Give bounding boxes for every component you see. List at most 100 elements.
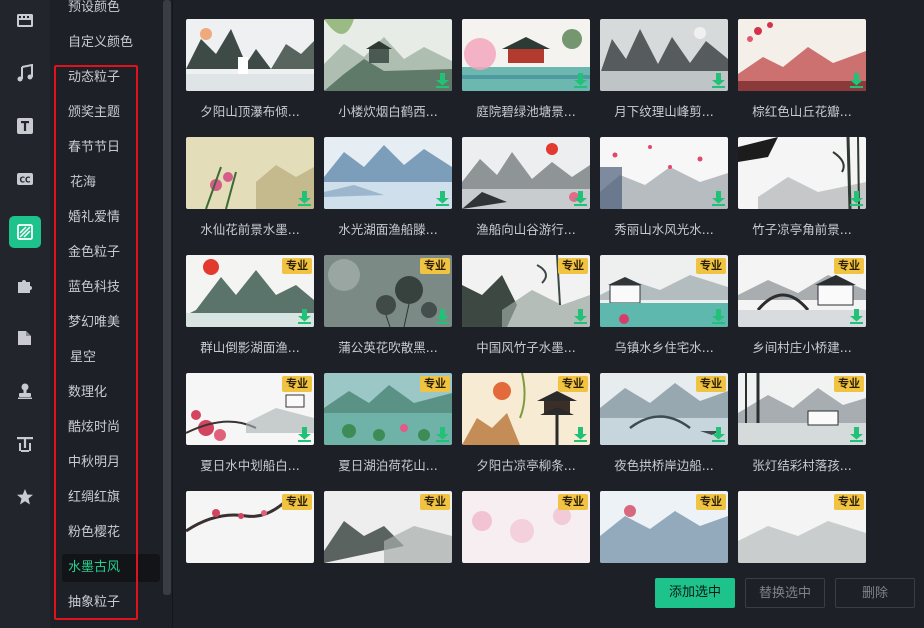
download-icon[interactable] <box>436 73 449 88</box>
download-icon[interactable] <box>436 427 449 442</box>
thumbnail-image <box>600 137 728 209</box>
category-item[interactable]: 中秋明月 <box>62 449 160 477</box>
download-icon[interactable] <box>574 309 587 324</box>
category-item-active[interactable]: 水墨古风 <box>62 554 160 582</box>
thumbnail-image <box>462 137 590 209</box>
background-thumbnail[interactable]: 专业 <box>324 491 452 563</box>
download-icon[interactable] <box>298 427 311 442</box>
pro-badge: 专业 <box>420 494 450 510</box>
category-item[interactable]: 蓝色科技 <box>62 274 160 302</box>
background-thumbnail[interactable] <box>738 19 866 91</box>
category-item[interactable]: 花海 <box>62 169 160 197</box>
thumbnail-title: 小楼炊烟白鹤西... <box>338 104 438 119</box>
download-icon[interactable] <box>712 191 725 206</box>
background-thumbnail[interactable] <box>462 19 590 91</box>
tool-rail: CC <box>0 0 50 628</box>
thumbnail-title: 月下纹理山峰剪... <box>614 104 714 119</box>
thumbnail-title: 夜色拱桥岸边船... <box>614 458 714 473</box>
background-thumbnail[interactable] <box>324 137 452 209</box>
download-icon[interactable] <box>850 191 863 206</box>
download-icon[interactable] <box>436 191 449 206</box>
download-icon[interactable] <box>712 73 725 88</box>
thumbnail-title: 庭院碧绿池塘景... <box>476 104 576 119</box>
download-icon[interactable] <box>850 427 863 442</box>
puzzle-icon[interactable] <box>9 269 41 301</box>
pro-badge: 专业 <box>282 376 312 392</box>
scrollbar-thumb[interactable] <box>163 0 171 595</box>
thumbnail-title: 水光湖面渔船滕... <box>338 222 438 237</box>
category-item[interactable]: 红绸红旗 <box>62 484 160 512</box>
category-item[interactable]: 星空 <box>62 344 160 372</box>
background-thumbnail[interactable]: 专业 <box>600 255 728 327</box>
category-item[interactable]: 金色粒子 <box>62 239 160 267</box>
background-thumbnail[interactable] <box>738 137 866 209</box>
download-icon[interactable] <box>298 309 311 324</box>
category-item[interactable]: 梦幻唯美 <box>62 309 160 337</box>
text-icon[interactable] <box>9 110 41 142</box>
background-thumbnail[interactable] <box>186 19 314 91</box>
thumbnail-title: 中国风竹子水墨... <box>476 340 576 355</box>
category-item[interactable]: 春节节日 <box>62 134 160 162</box>
background-thumbnail[interactable] <box>600 137 728 209</box>
category-item[interactable]: 数理化 <box>62 379 160 407</box>
download-icon[interactable] <box>298 191 311 206</box>
background-thumbnail[interactable] <box>324 19 452 91</box>
star-icon[interactable] <box>9 481 41 513</box>
download-icon[interactable] <box>712 309 725 324</box>
category-item[interactable]: 婚礼爱情 <box>62 204 160 232</box>
category-scrollbar[interactable] <box>162 0 172 628</box>
download-icon[interactable] <box>850 73 863 88</box>
download-icon[interactable] <box>574 191 587 206</box>
category-item[interactable]: 粉色樱花 <box>62 519 160 547</box>
background-thumbnail[interactable]: 专业 <box>186 255 314 327</box>
background-thumbnail[interactable]: 专业 <box>186 491 314 563</box>
text-style-icon[interactable] <box>9 428 41 460</box>
thumbnail-title: 蒲公英花吹散黑... <box>338 340 438 355</box>
category-item[interactable]: 抽象粒子 <box>62 589 160 617</box>
thumbnail-title: 夏日湖泊荷花山... <box>338 458 438 473</box>
download-icon[interactable] <box>574 427 587 442</box>
background-thumbnail[interactable] <box>462 137 590 209</box>
pro-badge: 专业 <box>696 258 726 274</box>
background-thumbnail[interactable]: 专业 <box>324 373 452 445</box>
background-thumbnail[interactable] <box>186 137 314 209</box>
category-item[interactable]: 颁奖主题 <box>62 99 160 127</box>
cc-subtitle-icon[interactable]: CC <box>9 163 41 195</box>
background-thumbnail[interactable]: 专业 <box>738 373 866 445</box>
background-icon[interactable] <box>9 216 41 248</box>
pro-badge: 专业 <box>420 258 450 274</box>
pro-badge: 专业 <box>558 258 588 274</box>
pro-badge: 专业 <box>558 376 588 392</box>
delete-button[interactable]: 删除 <box>835 578 915 608</box>
category-item[interactable]: 自定义颜色 <box>62 29 160 57</box>
folder-icon[interactable] <box>9 322 41 354</box>
background-thumbnail[interactable]: 专业 <box>462 255 590 327</box>
background-thumbnail[interactable] <box>600 19 728 91</box>
background-thumbnail[interactable]: 专业 <box>738 255 866 327</box>
pro-badge: 专业 <box>834 494 864 510</box>
category-item[interactable]: 动态粒子 <box>62 64 160 92</box>
thumbnail-title: 渔船向山谷游行... <box>476 222 576 237</box>
download-icon[interactable] <box>850 309 863 324</box>
thumbnail-image <box>738 19 866 91</box>
background-thumbnail[interactable]: 专业 <box>600 373 728 445</box>
background-thumbnail[interactable]: 专业 <box>186 373 314 445</box>
background-thumbnail[interactable]: 专业 <box>738 491 866 563</box>
download-icon[interactable] <box>574 73 587 88</box>
background-thumbnail[interactable]: 专业 <box>324 255 452 327</box>
category-item[interactable]: 预设颜色 <box>62 0 160 22</box>
replace-selected-button[interactable]: 替换选中 <box>745 578 825 608</box>
download-icon[interactable] <box>712 427 725 442</box>
pro-badge: 专业 <box>834 258 864 274</box>
background-thumbnail[interactable]: 专业 <box>462 491 590 563</box>
category-item[interactable]: 酷炫时尚 <box>62 414 160 442</box>
film-icon[interactable] <box>9 4 41 36</box>
music-icon[interactable] <box>9 57 41 89</box>
pro-badge: 专业 <box>834 376 864 392</box>
background-thumbnail[interactable]: 专业 <box>600 491 728 563</box>
thumbnail-title: 夕阳古凉亭柳条... <box>476 458 576 473</box>
add-selected-button[interactable]: 添加选中 <box>655 578 735 608</box>
download-icon[interactable] <box>436 309 449 324</box>
stamp-icon[interactable] <box>9 375 41 407</box>
background-thumbnail[interactable]: 专业 <box>462 373 590 445</box>
